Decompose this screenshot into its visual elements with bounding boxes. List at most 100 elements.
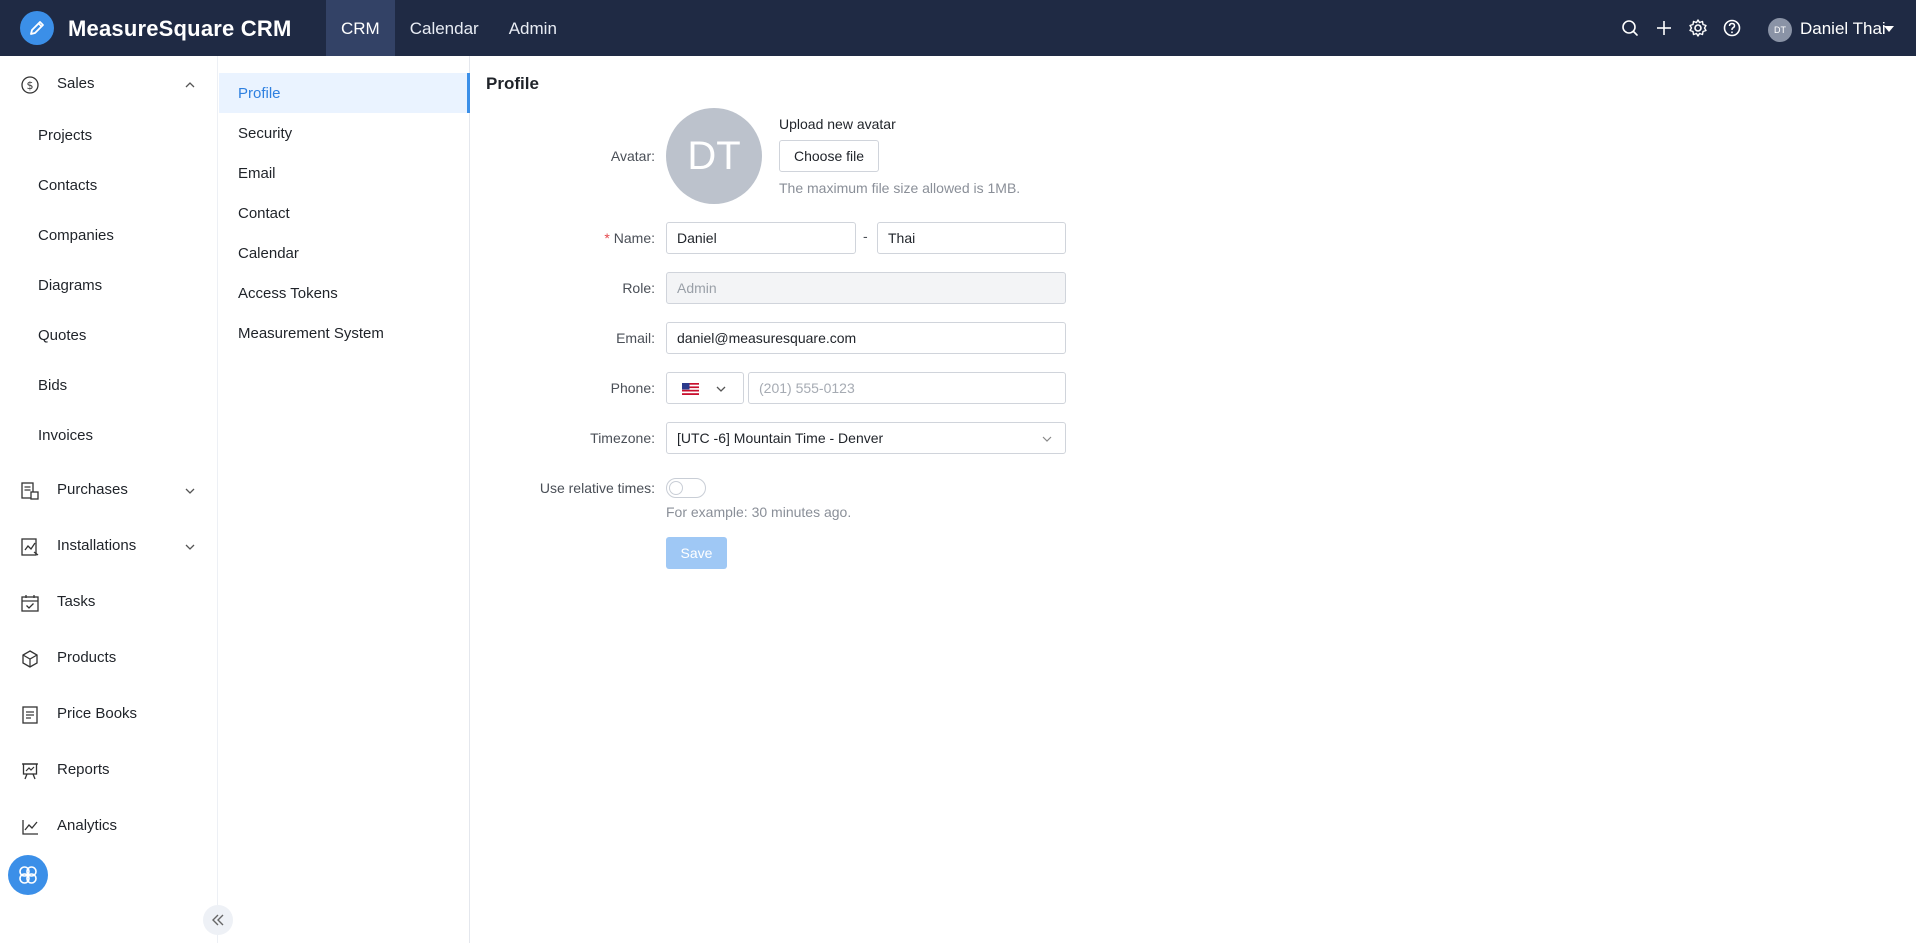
- relative-times-toggle[interactable]: [666, 478, 706, 498]
- sidebar-item-purchases[interactable]: Purchases: [0, 470, 218, 510]
- settings-nav-calendar[interactable]: Calendar: [219, 233, 470, 273]
- user-name[interactable]: Daniel Thai: [1800, 19, 1886, 39]
- save-button[interactable]: Save: [666, 537, 727, 569]
- settings-nav-label: Profile: [238, 85, 281, 102]
- sidebar-item-label: Reports: [57, 761, 110, 778]
- sidebar-item-label: Quotes: [38, 327, 87, 344]
- box-icon: [20, 649, 40, 669]
- chevron-down-icon: [184, 484, 196, 496]
- search-icon[interactable]: [1620, 18, 1640, 38]
- plus-icon[interactable]: [1654, 18, 1674, 38]
- sidebar-item-label: Tasks: [57, 593, 96, 610]
- timezone-select[interactable]: [UTC -6] Mountain Time - Denver: [666, 422, 1066, 454]
- toggle-knob: [669, 481, 683, 495]
- profile-avatar: DT: [666, 108, 762, 204]
- presentation-icon: [20, 761, 40, 781]
- settings-nav-label: Measurement System: [238, 325, 384, 342]
- timezone-value: [UTC -6] Mountain Time - Denver: [677, 430, 884, 446]
- document-icon: [20, 705, 40, 725]
- email-label: Email:: [616, 330, 655, 346]
- sidebar-item-projects[interactable]: Projects: [0, 116, 218, 156]
- gear-icon[interactable]: [1688, 18, 1708, 38]
- required-mark: *: [604, 230, 610, 246]
- sidebar-item-label: Companies: [38, 227, 114, 244]
- settings-nav-security[interactable]: Security: [219, 113, 470, 153]
- sidebar-item-invoices[interactable]: Invoices: [0, 416, 218, 456]
- topnav-admin[interactable]: Admin: [494, 0, 572, 56]
- settings-nav-label: Email: [238, 165, 276, 182]
- relative-times-label: Use relative times:: [539, 480, 655, 496]
- sidebar-item-products[interactable]: Products: [0, 638, 218, 678]
- last-name-input[interactable]: [877, 222, 1066, 254]
- sidebar-item-reports[interactable]: Reports: [0, 750, 218, 790]
- logo-pencil-icon[interactable]: [20, 11, 54, 45]
- choose-file-button[interactable]: Choose file: [779, 140, 879, 172]
- settings-nav-access-tokens[interactable]: Access Tokens: [219, 273, 470, 313]
- settings-nav-contact[interactable]: Contact: [219, 193, 470, 233]
- sidebar-item-label: Diagrams: [38, 277, 103, 294]
- upload-avatar-title: Upload new avatar: [779, 116, 896, 132]
- sidebar-item-analytics[interactable]: Analytics: [0, 806, 218, 846]
- first-name-input[interactable]: [666, 222, 856, 254]
- sidebar-item-label: Projects: [38, 127, 93, 144]
- name-label: * Name:: [455, 230, 655, 246]
- settings-nav-email[interactable]: Email: [219, 153, 470, 193]
- purchase-icon: [20, 481, 40, 501]
- role-label: Role:: [622, 280, 655, 296]
- chevron-down-icon: [184, 540, 196, 552]
- phone-country-select[interactable]: [666, 372, 744, 404]
- timezone-label: Timezone:: [590, 430, 655, 446]
- upload-size-hint: The maximum file size allowed is 1MB.: [779, 180, 1021, 196]
- sidebar-item-sales[interactable]: $ Sales: [0, 64, 218, 104]
- settings-nav-label: Calendar: [238, 245, 299, 262]
- settings-nav: Profile Security Email Contact Calendar …: [219, 56, 470, 943]
- sidebar-item-label: Invoices: [38, 427, 94, 444]
- sidebar-item-contacts[interactable]: Contacts: [0, 166, 218, 206]
- role-input: [666, 272, 1066, 304]
- sidebar-item-label: Price Books: [57, 705, 138, 722]
- settings-nav-profile[interactable]: Profile: [219, 73, 470, 113]
- us-flag-icon: [682, 383, 699, 395]
- phone-input[interactable]: [748, 372, 1066, 404]
- svg-text:$: $: [27, 79, 34, 92]
- sidebar-item-companies[interactable]: Companies: [0, 216, 218, 256]
- settings-nav-label: Contact: [238, 205, 290, 222]
- user-menu-caret-icon[interactable]: [1884, 26, 1894, 32]
- avatar-label: Avatar:: [610, 148, 655, 164]
- email-input[interactable]: [666, 322, 1066, 354]
- dollar-icon: $: [20, 75, 40, 95]
- sidebar-item-label: Analytics: [57, 817, 118, 834]
- settings-nav-label: Security: [238, 125, 293, 142]
- settings-nav-measurement-system[interactable]: Measurement System: [219, 313, 470, 353]
- settings-nav-label: Access Tokens: [238, 285, 338, 302]
- sidebar-item-label: Sales: [57, 75, 95, 92]
- top-nav: CRM Calendar Admin: [326, 0, 572, 56]
- chevron-down-icon: [716, 386, 726, 392]
- topnav-crm[interactable]: CRM: [326, 0, 395, 56]
- name-separator: -: [863, 228, 868, 244]
- sidebar: $ Sales Projects Contacts Companies Diag…: [0, 56, 233, 943]
- sidebar-item-label: Contacts: [38, 177, 98, 194]
- installation-icon: [20, 537, 40, 557]
- sidebar-item-label: Products: [57, 649, 117, 666]
- brand-name: MeasureSquare CRM: [68, 16, 292, 41]
- assistant-icon: [19, 866, 37, 884]
- name-label-text: Name:: [613, 230, 655, 246]
- assistant-button[interactable]: [8, 855, 48, 895]
- sidebar-item-diagrams[interactable]: Diagrams: [0, 266, 218, 306]
- topnav-calendar[interactable]: Calendar: [395, 0, 494, 56]
- sidebar-item-tasks[interactable]: Tasks: [0, 582, 218, 622]
- sidebar-item-bids[interactable]: Bids: [0, 366, 218, 406]
- relative-times-hint: For example: 30 minutes ago.: [666, 504, 852, 520]
- user-avatar[interactable]: DT: [1768, 18, 1792, 42]
- sidebar-item-quotes[interactable]: Quotes: [0, 316, 218, 356]
- chevron-up-icon: [184, 78, 196, 90]
- calendar-check-icon: [20, 593, 40, 613]
- sidebar-item-installations[interactable]: Installations: [0, 526, 218, 566]
- sidebar-item-price-books[interactable]: Price Books: [0, 694, 218, 734]
- sidebar-item-label: Purchases: [57, 481, 128, 498]
- phone-label: Phone:: [610, 380, 655, 396]
- line-chart-icon: [20, 817, 40, 837]
- help-icon[interactable]: [1722, 18, 1742, 38]
- sidebar-item-label: Installations: [57, 537, 137, 554]
